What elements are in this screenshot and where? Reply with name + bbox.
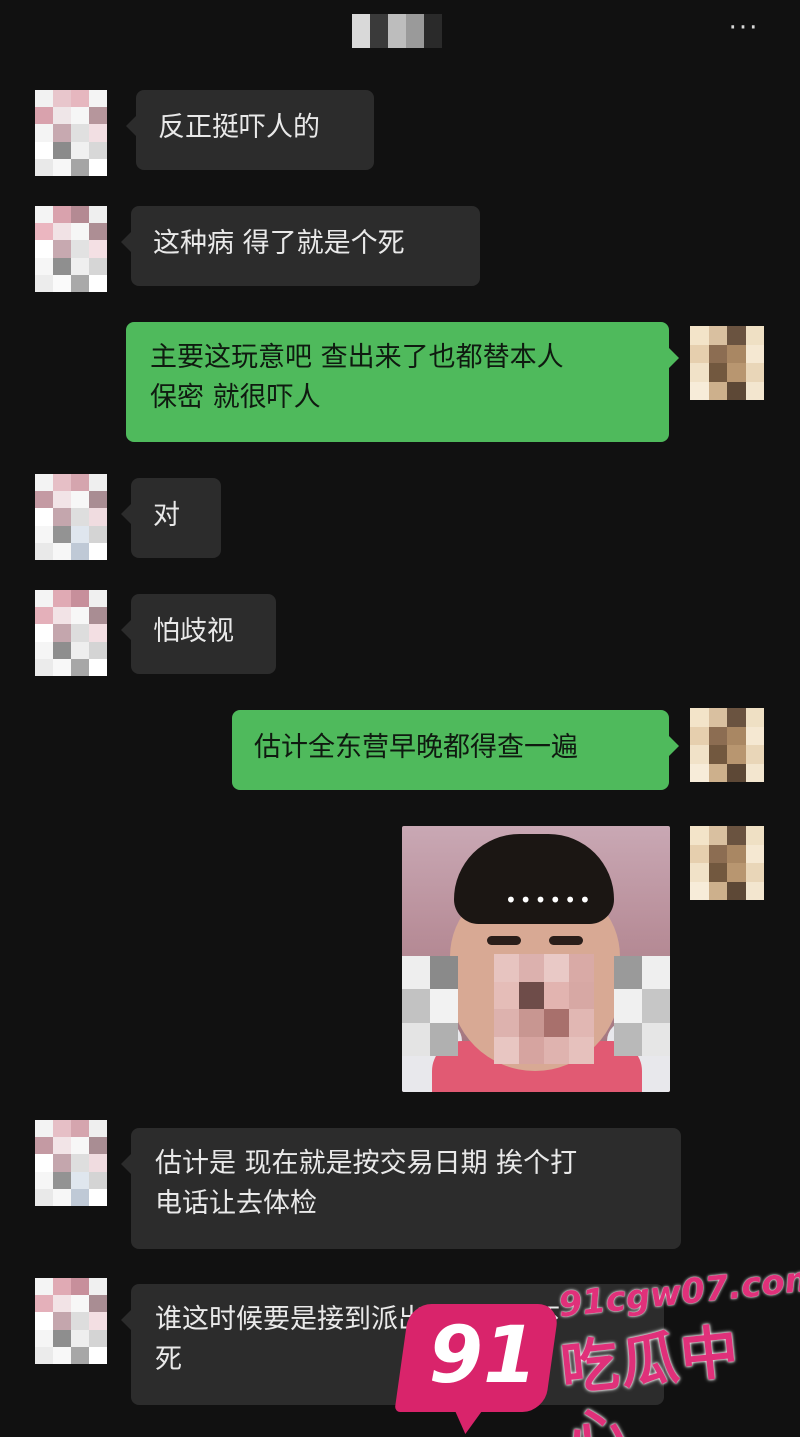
message-row: 怕歧视	[0, 590, 800, 680]
message-text: 主要这玩意吧 查出来了也都替本人	[150, 342, 564, 373]
message-text: 保密 就很吓人	[150, 382, 321, 413]
message-text: 怕歧视	[153, 616, 234, 647]
message-bubble-incoming[interactable]: 怕歧视	[121, 594, 276, 674]
avatar[interactable]	[690, 708, 764, 782]
image-mosaic-redaction	[494, 954, 594, 1064]
image-mosaic-right	[614, 956, 670, 1056]
message-text: 对	[153, 500, 180, 531]
message-bubble-incoming[interactable]: 反正挺吓人的	[126, 90, 374, 170]
avatar[interactable]	[690, 826, 764, 900]
message-row: 主要这玩意吧 查出来了也都替本人 保密 就很吓人	[0, 322, 800, 442]
image-eyes	[487, 936, 587, 946]
message-text: 估计全东营早晚都得查一遍	[254, 732, 578, 763]
message-row: 这种病 得了就是个死	[0, 206, 800, 296]
message-text: 估计是 现在就是按交易日期 挨个打	[155, 1148, 578, 1179]
message-row: 反正挺吓人的	[0, 90, 800, 180]
message-text: 这种病 得了就是个死	[153, 228, 405, 259]
message-text: 反正挺吓人的	[158, 112, 320, 143]
message-bubble-incoming[interactable]: 这种病 得了就是个死	[121, 206, 480, 286]
avatar[interactable]	[35, 90, 107, 176]
message-row: 估计全东营早晚都得查一遍	[0, 708, 800, 798]
image-mosaic-left	[402, 956, 458, 1056]
avatar[interactable]	[35, 206, 107, 292]
message-bubble-incoming[interactable]: 对	[121, 478, 221, 558]
avatar[interactable]	[35, 1120, 107, 1206]
avatar[interactable]	[35, 590, 107, 676]
more-dots-icon[interactable]: ···	[724, 15, 764, 41]
watermark-number: 91	[428, 1311, 538, 1401]
message-image[interactable]: ••••••	[402, 826, 670, 1092]
avatar[interactable]	[35, 1278, 107, 1364]
message-bubble-outgoing[interactable]: 主要这玩意吧 查出来了也都替本人 保密 就很吓人	[126, 322, 679, 442]
watermark-name: 吃瓜中心	[557, 1316, 744, 1437]
image-redaction-dots: ••••••	[505, 888, 594, 912]
avatar[interactable]	[35, 474, 107, 560]
chat-title-redacted	[352, 14, 442, 48]
site-watermark: 91 91cgw07.com 吃瓜中心	[394, 1258, 800, 1437]
message-bubble-incoming[interactable]: 估计是 现在就是按交易日期 挨个打 电话让去体检	[121, 1128, 681, 1249]
message-bubble-outgoing[interactable]: 估计全东营早晚都得查一遍	[232, 710, 679, 790]
avatar[interactable]	[690, 326, 764, 400]
message-row: 对	[0, 474, 800, 564]
message-row: 估计是 现在就是按交易日期 挨个打 电话让去体检	[0, 1120, 800, 1250]
chat-header: ···	[0, 0, 800, 70]
message-text: 电话让去体检	[155, 1188, 317, 1219]
